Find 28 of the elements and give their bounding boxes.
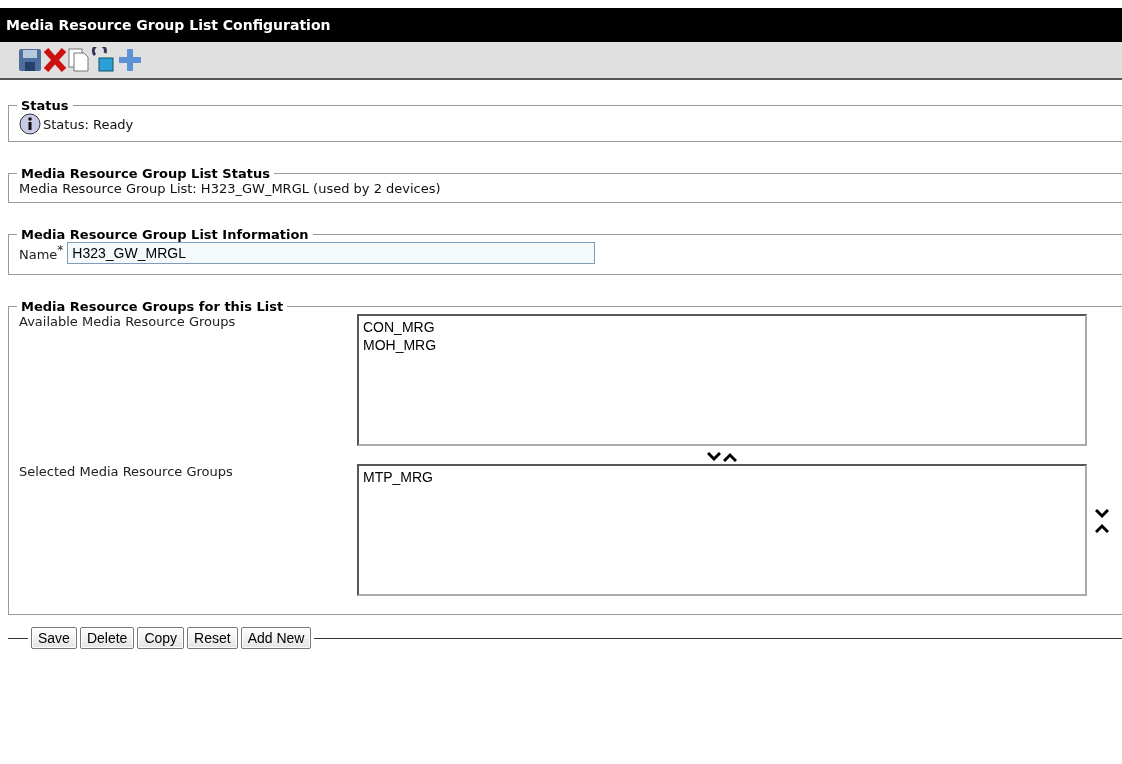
form-button[interactable]: Add New <box>240 627 312 649</box>
form-button[interactable]: Save <box>31 627 77 649</box>
form-button[interactable]: Reset <box>187 627 238 649</box>
selected-groups-label: Selected Media Resource Groups <box>19 464 234 479</box>
list-option[interactable]: CON_MRG <box>363 318 1081 336</box>
form-button[interactable]: Copy <box>137 627 185 649</box>
selected-groups-list[interactable]: MTP_MRG <box>357 464 1087 596</box>
name-field[interactable]: H323_GW_MRGL <box>67 242 596 264</box>
list-option[interactable]: MTP_MRG <box>363 468 1081 486</box>
available-groups-label: Available Media Resource Groups <box>19 314 237 329</box>
status-text: Status: Ready <box>43 116 134 132</box>
delete-icon[interactable] <box>43 47 67 73</box>
move-up-icon[interactable] <box>723 452 737 462</box>
panel-legend: Status <box>17 98 73 113</box>
form-button[interactable]: Delete <box>79 627 135 649</box>
cube-refresh-icon[interactable] <box>91 47 117 73</box>
list-option[interactable]: MOH_MRG <box>363 336 1081 354</box>
panel-legend: Media Resource Groups for this List <box>17 299 288 314</box>
move-down-icon[interactable] <box>707 452 721 462</box>
info-icon <box>19 113 41 135</box>
save-icon[interactable] <box>18 47 42 73</box>
list-status-text: Media Resource Group List: H323_GW_MRGL (used by 2 devices) <box>19 181 441 196</box>
order-down-icon[interactable] <box>1095 509 1109 519</box>
panel-legend: Media Resource Group List Information <box>17 227 313 242</box>
window-title: Media Resource Group List Configuration <box>0 8 1122 42</box>
panel-legend: Media Resource Group List Status <box>17 166 274 181</box>
order-up-icon[interactable] <box>1095 523 1109 533</box>
available-groups-list[interactable]: CON_MRG MOH_MRG <box>357 314 1087 446</box>
